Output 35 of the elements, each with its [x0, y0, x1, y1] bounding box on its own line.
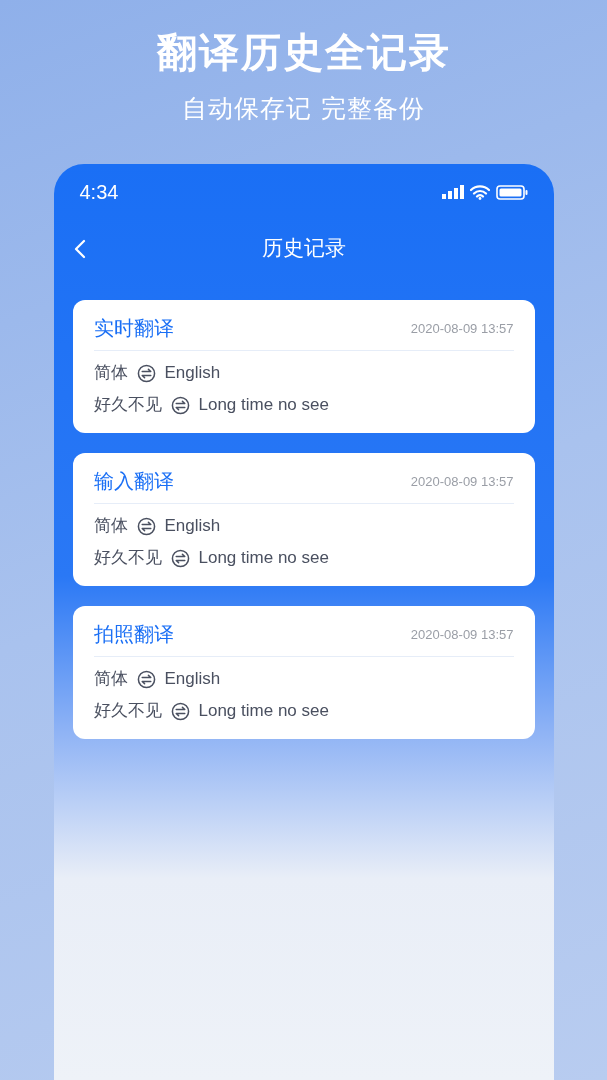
source-language: 简体: [93, 667, 128, 691]
translated-text: Long time no see: [198, 700, 329, 723]
subtitle: 自动保存记 完整备份: [182, 93, 425, 125]
source-text: 好久不见: [93, 546, 162, 570]
source-language: 简体: [93, 514, 128, 538]
status-time: 4:34: [79, 180, 119, 205]
swap-icon: [170, 548, 190, 568]
signal-icon: [441, 185, 464, 199]
target-language: English: [164, 515, 221, 538]
translated-text: Long time no see: [198, 394, 329, 417]
back-chevron-icon: [73, 239, 86, 259]
swap-icon: [136, 669, 156, 689]
page-title: 历史记录: [261, 235, 346, 263]
wifi-icon: [469, 184, 490, 200]
swap-icon: [170, 701, 190, 721]
history-card[interactable]: 输入翻译 2020-08-09 13:57 简体 English 好久不见 Long time no see: [72, 453, 535, 586]
swap-icon: [136, 516, 156, 536]
headline: 翻译历史全记录: [156, 28, 451, 77]
target-language: English: [164, 668, 221, 691]
source-language: 简体: [93, 361, 128, 385]
record-title: 实时翻译: [93, 315, 174, 342]
swap-icon: [136, 363, 156, 383]
history-card[interactable]: 实时翻译 2020-08-09 13:57 简体 English 好久不见 Long time no see: [72, 300, 535, 433]
battery-icon: [495, 184, 528, 200]
target-language: English: [164, 362, 221, 385]
swap-icon: [170, 395, 190, 415]
record-date: 2020-08-09 13:57: [410, 319, 514, 338]
source-text: 好久不见: [93, 393, 162, 417]
translated-text: Long time no see: [198, 547, 329, 570]
record-date: 2020-08-09 13:57: [410, 625, 514, 644]
source-text: 好久不见: [93, 699, 162, 723]
history-card[interactable]: 拍照翻译 2020-08-09 13:57 简体 English 好久不见 Long time no see: [72, 606, 535, 739]
record-date: 2020-08-09 13:57: [410, 472, 514, 491]
record-title: 拍照翻译: [93, 621, 174, 648]
record-title: 输入翻译: [93, 468, 174, 495]
